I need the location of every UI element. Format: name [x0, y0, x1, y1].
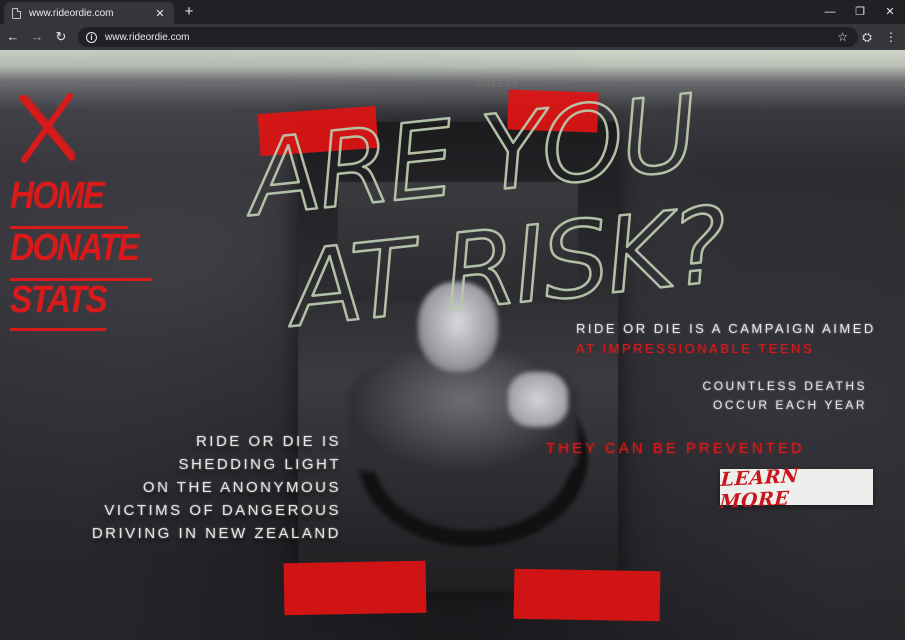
nav-donate[interactable]: DONATE	[10, 228, 151, 280]
nav-divider	[10, 278, 152, 281]
x-logo-icon[interactable]	[16, 92, 78, 164]
page-icon	[12, 7, 21, 19]
nav-divider	[10, 328, 106, 331]
blurb-line: DRIVING IN NEW ZEALAND	[91, 525, 341, 542]
window-controls: — ❐ ✕	[815, 0, 905, 24]
blurb-line: VICTIMS OF DANGEROUS	[104, 502, 341, 519]
window-close-button[interactable]: ✕	[875, 0, 905, 24]
main-nav: HOME DONATE STATS	[10, 176, 170, 332]
headline: ARE YOU AT RISK?	[230, 70, 750, 352]
red-tape	[283, 560, 427, 616]
extension-icon[interactable]: ⛭	[859, 27, 875, 47]
deaths-line: OCCUR EACH YEAR	[713, 398, 867, 412]
back-arrow-icon[interactable]: ←	[2, 26, 24, 48]
campaign-line-1: RIDE OR DIE IS A CAMPAIGN AIMED	[576, 321, 876, 336]
driver-hand	[508, 372, 568, 427]
blurb-line: SHEDDING LIGHT	[178, 456, 341, 473]
blurb-line: ON THE ANONYMOUS	[142, 479, 341, 496]
page-content: CHEEBA ARE YOU AT RISK? HOME DONATE STAT…	[0, 50, 905, 640]
deaths-line: COUNTLESS DEATHS	[702, 379, 867, 393]
minimize-button[interactable]: —	[815, 0, 845, 24]
reload-icon[interactable]: ↻	[50, 26, 72, 48]
restore-button[interactable]: ❐	[845, 0, 875, 24]
address-bar[interactable]: i www.rideordie.com ☆	[78, 27, 858, 47]
menu-icon[interactable]: ⋮	[883, 27, 899, 47]
mission-blurb: RIDE OR DIE IS SHEDDING LIGHT ON THE ANO…	[81, 430, 341, 545]
nav-divider	[10, 226, 128, 229]
learn-more-label: LEARN MORE	[718, 464, 800, 514]
close-icon[interactable]: ✕	[154, 7, 166, 20]
url-text[interactable]: www.rideordie.com	[105, 32, 837, 43]
browser-tab-bar: www.rideordie.com ✕ + — ❐ ✕	[0, 0, 905, 24]
nav-home[interactable]: HOME	[10, 176, 151, 228]
browser-toolbar: ← → ↻ i www.rideordie.com ☆ ⛭ ⋮	[0, 24, 905, 50]
red-tape	[513, 568, 661, 622]
tab-title: www.rideordie.com	[29, 7, 114, 19]
learn-more-button[interactable]: LEARN MORE	[719, 465, 873, 513]
forward-arrow-icon[interactable]: →	[26, 26, 48, 48]
campaign-text: RIDE OR DIE IS A CAMPAIGN AIMED AT IMPRE…	[576, 319, 876, 359]
info-icon[interactable]: i	[86, 31, 97, 43]
star-icon[interactable]: ☆	[837, 30, 848, 44]
deaths-text: COUNTLESS DEATHS OCCUR EACH YEAR	[703, 377, 867, 415]
prevented-text: THEY CAN BE PREVENTED	[546, 440, 805, 457]
toolbar-actions: ⛭ ⋮	[859, 27, 899, 47]
headline-svg: ARE YOU AT RISK?	[236, 70, 733, 352]
campaign-line-2: AT IMPRESSIONABLE TEENS	[576, 341, 815, 356]
blurb-line: RIDE OR DIE IS	[195, 433, 341, 450]
plus-icon[interactable]: +	[180, 3, 198, 21]
browser-tab[interactable]: www.rideordie.com ✕	[4, 2, 174, 24]
nav-stats[interactable]: STATS	[10, 280, 151, 332]
